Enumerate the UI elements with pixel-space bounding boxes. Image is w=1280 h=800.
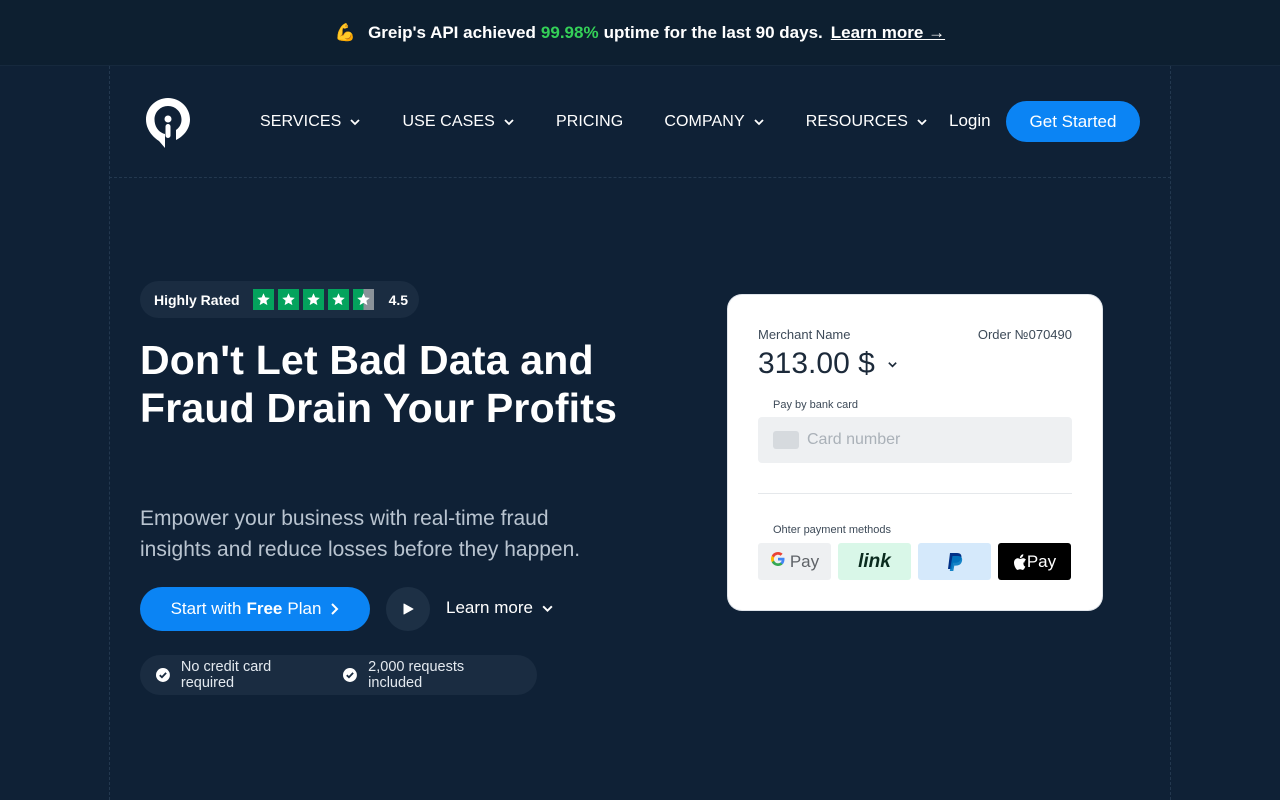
- announcement-bar: 💪 Greip's API achieved 99.98% uptime for…: [0, 0, 1280, 66]
- chevron-right-icon: [331, 603, 339, 615]
- greip-logo[interactable]: [145, 96, 191, 150]
- star-rating: [252, 289, 378, 310]
- learn-more-label: Learn more: [446, 598, 533, 617]
- nav-item-label: USE CASES: [402, 113, 495, 130]
- star-icon: [252, 289, 274, 310]
- feature-item: 2,000 requests included: [343, 659, 521, 691]
- header-divider: [109, 177, 1171, 178]
- gpay-label: Pay: [789, 551, 820, 571]
- chevron-down-icon: [917, 119, 927, 126]
- card-number-input[interactable]: Card number: [758, 417, 1072, 463]
- nav-item-resources[interactable]: RESOURCES: [806, 108, 928, 136]
- announcement-suffix: uptime for the last 90 days.: [603, 22, 823, 42]
- chevron-down-icon: [542, 605, 553, 612]
- rating-label: Highly Rated: [154, 291, 240, 308]
- nav-item-label: SERVICES: [260, 113, 342, 130]
- link-pay-button[interactable]: link: [838, 543, 911, 580]
- nav-item-pricing[interactable]: PRICING: [556, 108, 623, 136]
- pay-by-card-label: Pay by bank card: [773, 399, 858, 411]
- chevron-down-icon: [754, 119, 764, 126]
- announcement-prefix: Greip's API achieved: [368, 22, 536, 42]
- order-number: Order №070490: [977, 327, 1072, 342]
- check-circle-icon: [156, 668, 170, 682]
- card-number-placeholder: Card number: [807, 431, 901, 448]
- half-star-icon: [352, 289, 374, 310]
- cta-prefix: Start with: [170, 599, 242, 618]
- credit-card-icon: [773, 431, 799, 449]
- google-icon: [770, 551, 786, 572]
- payment-methods: Pay link Pay: [758, 543, 1071, 580]
- login-link[interactable]: Login: [949, 111, 991, 131]
- divider: [758, 493, 1072, 494]
- apple-icon: [1013, 553, 1026, 570]
- nav-item-company[interactable]: COMPANY: [664, 108, 764, 136]
- main-nav: SERVICES USE CASES PRICING COMPANY RESOU…: [260, 108, 969, 136]
- nav-item-services[interactable]: SERVICES: [260, 108, 361, 136]
- payment-card-illustration: Merchant Name Order №070490 313.00 $ Pay…: [728, 295, 1102, 610]
- get-started-button[interactable]: Get Started: [1006, 101, 1140, 142]
- rating-score: 4.5: [388, 291, 409, 308]
- feature-item: No credit card required: [156, 659, 327, 691]
- cta-suffix: Plan: [287, 599, 322, 618]
- features-pill: No credit card required 2,000 requests i…: [140, 655, 537, 695]
- nav-item-use-cases[interactable]: USE CASES: [402, 108, 515, 136]
- apple-pay-label: Pay: [1026, 551, 1057, 571]
- link-label: link: [858, 550, 891, 572]
- feature-label: 2,000 requests included: [368, 659, 465, 691]
- uptime-value: 99.98%: [540, 22, 599, 42]
- nav-item-label: COMPANY: [664, 113, 745, 130]
- play-icon: [403, 603, 414, 615]
- announcement-learn-more-link[interactable]: Learn more →: [831, 23, 945, 43]
- rating-badge: Highly Rated 4.5: [140, 281, 419, 318]
- chevron-down-icon: [350, 119, 361, 126]
- chevron-down-icon: [504, 119, 514, 126]
- cta-bold: Free: [246, 599, 283, 618]
- feature-label: No credit card required: [180, 659, 272, 691]
- apple-pay-button[interactable]: Pay: [998, 543, 1071, 580]
- google-pay-button[interactable]: Pay: [758, 543, 831, 580]
- amount-value: 313.00 $: [758, 347, 875, 380]
- paypal-button[interactable]: [918, 543, 991, 580]
- chevron-down-icon: [888, 361, 897, 368]
- star-icon: [327, 289, 349, 310]
- hero-headline: Don't Let Bad Data and Fraud Drain Your …: [140, 337, 618, 431]
- hero-subtext: Empower your business with real-time fra…: [140, 507, 581, 561]
- paypal-icon: [947, 552, 962, 571]
- star-icon: [277, 289, 299, 310]
- check-circle-icon: [343, 668, 358, 682]
- nav-item-label: RESOURCES: [805, 113, 908, 130]
- other-methods-label: Ohter payment methods: [773, 524, 892, 536]
- star-icon: [302, 289, 324, 310]
- start-free-plan-button[interactable]: Start with Free Plan: [140, 587, 370, 631]
- play-video-button[interactable]: [386, 587, 430, 631]
- flexed-arm-icon: 💪: [334, 22, 357, 42]
- learn-more-dropdown[interactable]: Learn more: [446, 598, 554, 618]
- merchant-name: Merchant Name: [758, 327, 851, 342]
- payment-amount: 313.00 $: [758, 347, 898, 381]
- nav-item-label: PRICING: [555, 113, 624, 130]
